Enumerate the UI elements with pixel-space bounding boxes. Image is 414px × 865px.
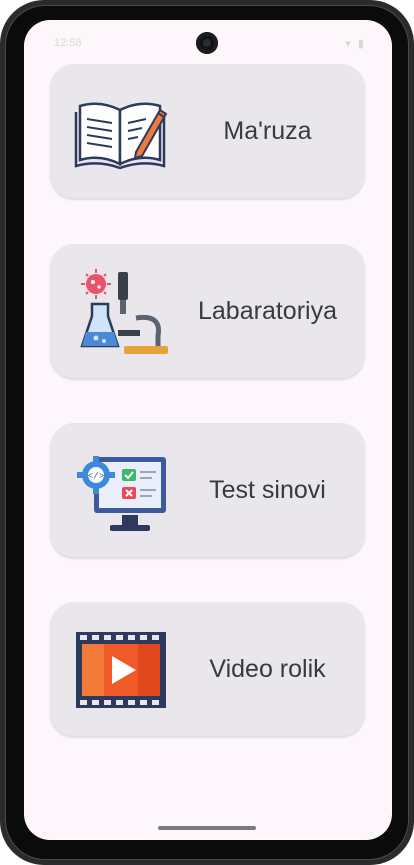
status-time: 12:58 bbox=[54, 37, 82, 49]
home-indicator[interactable] bbox=[158, 826, 256, 830]
video-film-icon bbox=[74, 624, 170, 716]
menu-card-maruza[interactable]: Ma'ruza bbox=[50, 64, 365, 198]
menu-card-video-rolik[interactable]: Video rolik bbox=[50, 602, 365, 736]
book-pencil-icon bbox=[74, 86, 170, 178]
menu-card-labaratoriya[interactable]: Labaratoriya bbox=[50, 244, 365, 378]
monitor-test-icon: </> bbox=[74, 445, 170, 537]
front-camera bbox=[196, 32, 218, 54]
menu-card-label: Test sinovi bbox=[209, 475, 326, 504]
menu-card-label: Video rolik bbox=[209, 654, 326, 683]
menu-card-test-sinovi[interactable]: </> Test sinovi bbox=[50, 423, 365, 557]
phone-frame: 12:58 ▾ ▮ Ma'ruza Labaratoriya </> Test … bbox=[0, 0, 414, 865]
app-screen: 12:58 ▾ ▮ Ma'ruza Labaratoriya </> Test … bbox=[24, 20, 392, 840]
menu-card-label: Labaratoriya bbox=[198, 296, 337, 325]
svg-text:</>: </> bbox=[88, 472, 104, 482]
status-icons: ▾ ▮ bbox=[345, 38, 366, 50]
microscope-flask-icon bbox=[74, 266, 170, 358]
menu-card-label: Ma'ruza bbox=[223, 116, 312, 145]
